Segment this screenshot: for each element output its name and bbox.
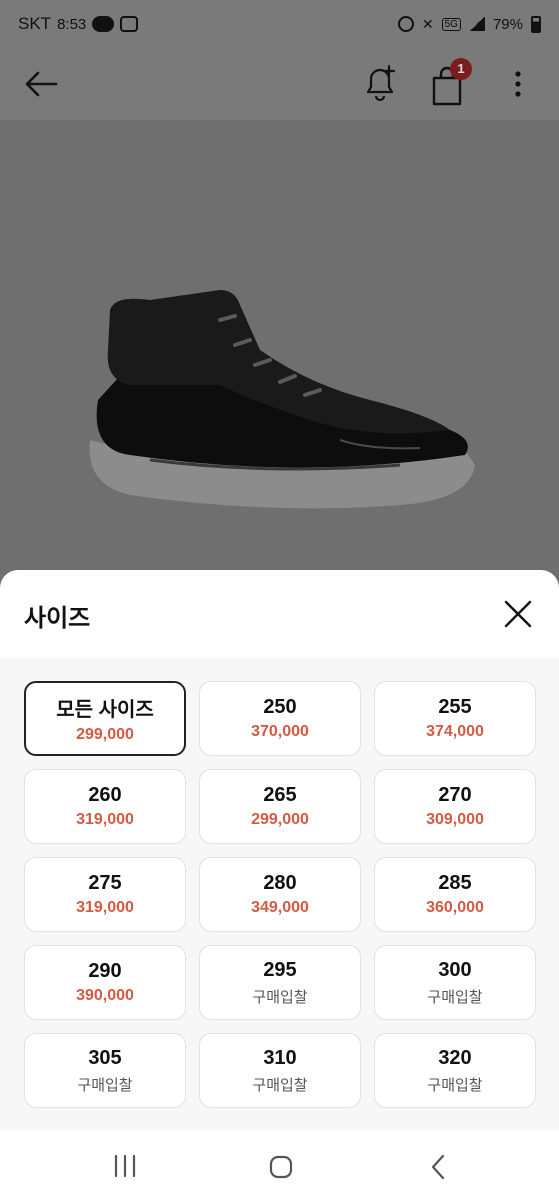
home-icon <box>269 1155 293 1179</box>
more-button[interactable] <box>506 64 530 104</box>
sheet-body: 모든 사이즈 299,000 250 370,000 255 374,000 2… <box>0 658 559 1130</box>
product-image-area <box>0 120 559 590</box>
size-price: 319,000 <box>76 811 134 828</box>
close-icon <box>504 600 532 628</box>
size-label: 270 <box>438 784 472 806</box>
app-bar: 1 <box>0 48 559 120</box>
size-price: 370,000 <box>251 723 309 740</box>
size-option-265[interactable]: 265 299,000 <box>199 769 361 844</box>
carrier-label: SKT <box>18 14 52 33</box>
battery-percent: 79% <box>492 15 523 33</box>
size-bid-label: 구매입찰 <box>252 1076 308 1094</box>
kakaotalk-icon <box>92 16 115 32</box>
size-label: 260 <box>88 784 122 806</box>
close-button[interactable] <box>500 596 536 632</box>
size-option-260[interactable]: 260 319,000 <box>24 769 186 844</box>
gallery-icon <box>120 16 139 32</box>
size-bid-label: 구매입찰 <box>252 988 308 1006</box>
size-option-295[interactable]: 295 구매입찰 <box>199 945 361 1020</box>
chevron-left-icon <box>431 1154 445 1180</box>
mute-icon: ✕ <box>421 15 434 32</box>
product-image <box>89 290 475 509</box>
clock: 8:53 <box>57 15 87 33</box>
size-price: 360,000 <box>426 899 484 916</box>
size-bid-label: 구매입찰 <box>427 1076 483 1094</box>
size-label: 305 <box>88 1046 122 1069</box>
size-option-280[interactable]: 280 349,000 <box>199 857 361 932</box>
system-nav-bar <box>0 1130 559 1200</box>
size-label: 295 <box>263 958 297 981</box>
size-option-275[interactable]: 275 319,000 <box>24 857 186 932</box>
size-price: 319,000 <box>76 899 134 916</box>
size-option-320[interactable]: 320 구매입찰 <box>374 1033 536 1108</box>
size-label: 290 <box>88 960 122 982</box>
sheet-header: 사이즈 <box>0 570 559 658</box>
home-button[interactable] <box>268 1154 294 1180</box>
battery-icon <box>531 15 541 33</box>
size-option-all[interactable]: 모든 사이즈 299,000 <box>24 681 186 756</box>
back-button[interactable] <box>22 64 62 104</box>
size-price: 349,000 <box>251 899 309 916</box>
size-price: 299,000 <box>76 726 134 743</box>
cart-count-badge: 1 <box>450 58 472 80</box>
recents-button[interactable] <box>112 1154 138 1178</box>
size-label: 255 <box>438 696 472 718</box>
size-bid-label: 구매입찰 <box>427 988 483 1006</box>
size-label: 275 <box>88 872 122 894</box>
size-label: 310 <box>263 1046 297 1069</box>
system-back-button[interactable] <box>428 1152 448 1182</box>
size-label: 모든 사이즈 <box>56 699 154 721</box>
size-price: 309,000 <box>426 811 484 828</box>
size-option-255[interactable]: 255 374,000 <box>374 681 536 756</box>
size-option-310[interactable]: 310 구매입찰 <box>199 1033 361 1108</box>
more-vertical-icon <box>515 71 521 97</box>
sheet-title: 사이즈 <box>24 605 91 632</box>
size-label: 265 <box>263 784 297 806</box>
size-option-305[interactable]: 305 구매입찰 <box>24 1033 186 1108</box>
size-price: 299,000 <box>251 811 309 828</box>
size-option-285[interactable]: 285 360,000 <box>374 857 536 932</box>
status-bar: SKT 8:53 ✕ 5G 79% <box>0 0 559 48</box>
alarm-clock-icon <box>397 16 414 32</box>
cart-button[interactable]: 1 <box>428 58 474 106</box>
size-label: 285 <box>438 872 472 894</box>
size-label: 250 <box>263 696 297 718</box>
size-bid-label: 구매입찰 <box>77 1076 133 1094</box>
size-label: 280 <box>263 872 297 894</box>
recents-icon <box>114 1154 136 1178</box>
size-price: 390,000 <box>76 987 134 1004</box>
alarm-button[interactable] <box>358 60 402 104</box>
size-bottom-sheet: 사이즈 모든 사이즈 299,000 250 370,000 255 374,0… <box>0 570 559 1130</box>
size-label: 300 <box>438 958 472 981</box>
size-price: 374,000 <box>426 723 484 740</box>
bell-plus-icon <box>366 64 396 102</box>
size-option-250[interactable]: 250 370,000 <box>199 681 361 756</box>
arrow-left-icon <box>25 71 58 97</box>
size-option-300[interactable]: 300 구매입찰 <box>374 945 536 1020</box>
network-5g-icon: 5G <box>441 17 461 31</box>
size-option-270[interactable]: 270 309,000 <box>374 769 536 844</box>
size-option-290[interactable]: 290 390,000 <box>24 945 186 1020</box>
size-label: 320 <box>438 1046 472 1069</box>
signal-icon <box>468 17 485 31</box>
size-grid: 모든 사이즈 299,000 250 370,000 255 374,000 2… <box>24 681 536 1108</box>
